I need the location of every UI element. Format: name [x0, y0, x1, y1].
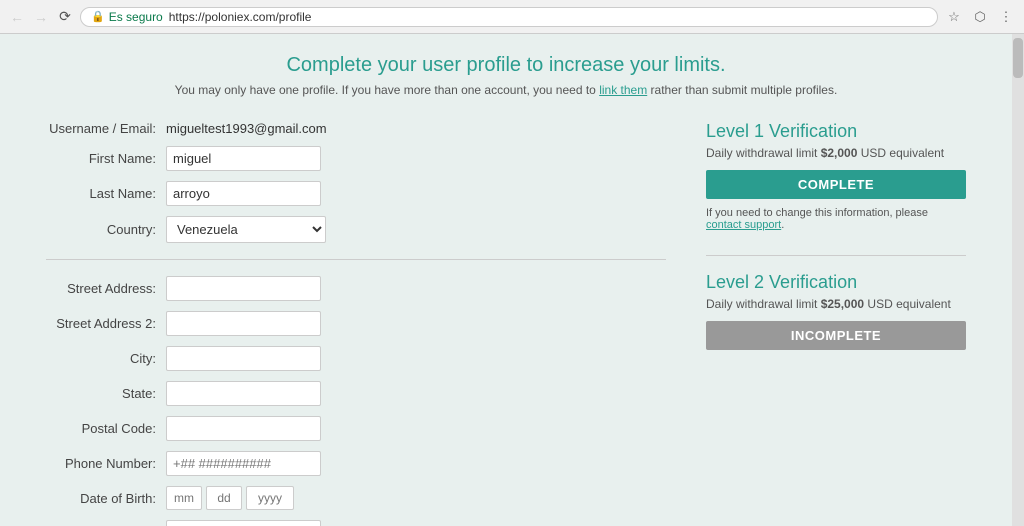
street-address2-label: Street Address 2: — [46, 316, 166, 331]
first-name-row: First Name: — [46, 146, 666, 171]
security-indicator: 🔒 Es seguro — [91, 10, 163, 24]
browser-chrome: ← → ⟳ 🔒 Es seguro https://poloniex.com/p… — [0, 0, 1024, 34]
v-divider — [706, 255, 966, 256]
postal-code-row: Postal Code: — [46, 416, 666, 441]
level1-note: If you need to change this information, … — [706, 207, 966, 231]
street-address-row: Street Address: — [46, 276, 666, 301]
state-label: State: — [46, 386, 166, 401]
extensions-button[interactable]: ⬡ — [970, 7, 990, 27]
state-row: State: — [46, 381, 666, 406]
dob-mm-input[interactable] — [166, 486, 202, 510]
dob-row: Date of Birth: — [46, 486, 666, 510]
subtitle-pre: You may only have one profile. If you ha… — [175, 83, 600, 97]
secure-label: Es seguro — [109, 10, 163, 24]
level2-title: Level 2 Verification — [706, 272, 966, 293]
street-address-input[interactable] — [166, 276, 321, 301]
country-label: Country: — [46, 222, 166, 237]
city-input[interactable] — [166, 346, 321, 371]
city-row: City: — [46, 346, 666, 371]
street-address-label: Street Address: — [46, 281, 166, 296]
subtitle-post: rather than submit multiple profiles. — [647, 83, 837, 97]
last-name-label: Last Name: — [46, 186, 166, 201]
level2-incomplete-button[interactable]: INCOMPLETE — [706, 321, 966, 350]
contact-support-link[interactable]: contact support — [706, 219, 781, 231]
username-row: Username / Email: migueltest1993@gmail.c… — [46, 121, 666, 136]
forward-button[interactable]: → — [32, 8, 50, 26]
lock-icon: 🔒 — [91, 10, 105, 23]
country-row: Country: Venezuela United States Spain M… — [46, 216, 666, 243]
url-text: https://poloniex.com/profile — [169, 10, 312, 24]
phone-row: Phone Number: — [46, 451, 666, 476]
level1-subtitle: Daily withdrawal limit $2,000 USD equiva… — [706, 146, 966, 160]
url-bar[interactable]: 🔒 Es seguro https://poloniex.com/profile — [80, 7, 938, 27]
page-title: Complete your user profile to increase y… — [46, 54, 966, 77]
level1-complete-button[interactable]: COMPLETE — [706, 170, 966, 199]
bookmark-button[interactable]: ☆ — [944, 7, 964, 27]
main-layout: Username / Email: migueltest1993@gmail.c… — [46, 121, 966, 526]
level1-note-post: . — [781, 219, 784, 231]
level2-limit: $25,000 — [821, 297, 864, 311]
dob-dd-input[interactable] — [206, 486, 242, 510]
country-select[interactable]: Venezuela United States Spain Mexico — [166, 216, 326, 243]
level2-subtitle: Daily withdrawal limit $25,000 USD equiv… — [706, 297, 966, 311]
passport-input[interactable] — [166, 520, 321, 526]
sidebar-section: Level 1 Verification Daily withdrawal li… — [706, 121, 966, 526]
street-address2-row: Street Address 2: — [46, 311, 666, 336]
level1-subtitle-pre: Daily withdrawal limit — [706, 146, 821, 160]
level1-subtitle-post: USD equivalent — [857, 146, 944, 160]
level2-box: Level 2 Verification Daily withdrawal li… — [706, 272, 966, 350]
phone-input[interactable] — [166, 451, 321, 476]
level1-box: Level 1 Verification Daily withdrawal li… — [706, 121, 966, 231]
link-them[interactable]: link them — [599, 83, 647, 97]
city-label: City: — [46, 351, 166, 366]
scrollbar-track[interactable] — [1012, 34, 1024, 526]
first-name-input[interactable] — [166, 146, 321, 171]
dob-label: Date of Birth: — [46, 491, 166, 506]
content-area: Complete your user profile to increase y… — [0, 34, 1012, 526]
dob-group — [166, 486, 294, 510]
phone-label: Phone Number: — [46, 456, 166, 471]
level2-subtitle-post: USD equivalent — [864, 297, 951, 311]
back-button[interactable]: ← — [8, 8, 26, 26]
username-label: Username / Email: — [46, 121, 166, 136]
username-value: migueltest1993@gmail.com — [166, 121, 327, 136]
postal-code-input[interactable] — [166, 416, 321, 441]
last-name-input[interactable] — [166, 181, 321, 206]
scrollbar-thumb[interactable] — [1013, 38, 1023, 78]
level1-title: Level 1 Verification — [706, 121, 966, 142]
level1-note-pre: If you need to change this information, … — [706, 207, 928, 219]
passport-row: Passport ID: — [46, 520, 666, 526]
menu-button[interactable]: ⋮ — [996, 7, 1016, 27]
page-subtitle: You may only have one profile. If you ha… — [46, 83, 966, 97]
dob-yyyy-input[interactable] — [246, 486, 294, 510]
browser-actions: ☆ ⬡ ⋮ — [944, 7, 1016, 27]
first-name-label: First Name: — [46, 151, 166, 166]
form-section: Username / Email: migueltest1993@gmail.c… — [46, 121, 666, 526]
street-address2-input[interactable] — [166, 311, 321, 336]
state-input[interactable] — [166, 381, 321, 406]
last-name-row: Last Name: — [46, 181, 666, 206]
refresh-button[interactable]: ⟳ — [56, 8, 74, 26]
section-divider-1 — [46, 259, 666, 260]
level1-limit: $2,000 — [821, 146, 858, 160]
level2-subtitle-pre: Daily withdrawal limit — [706, 297, 821, 311]
postal-code-label: Postal Code: — [46, 421, 166, 436]
